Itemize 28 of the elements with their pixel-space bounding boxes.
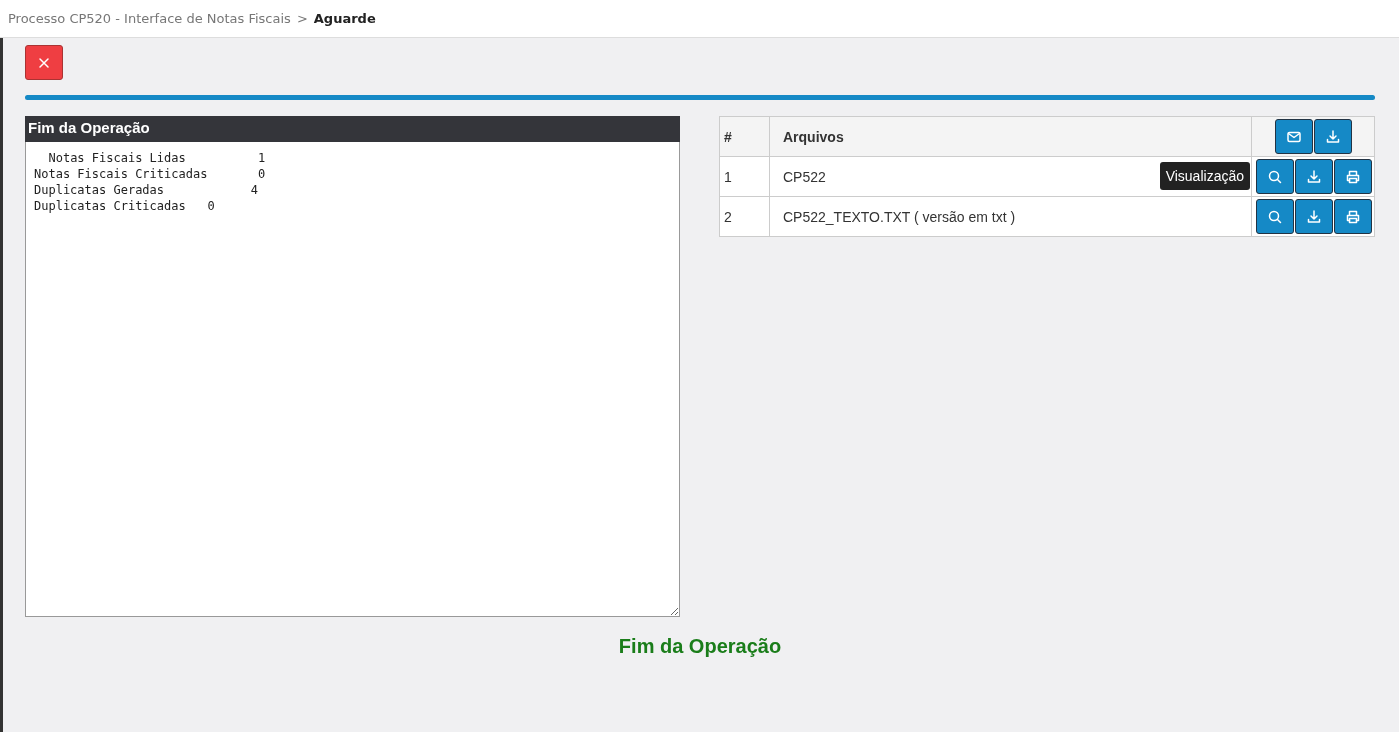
search-icon [1266,168,1283,185]
column-header: # [719,116,770,157]
table-cell: 1 [719,156,770,197]
email-button[interactable] [1275,119,1313,154]
file-name-cell: CP522_TEXTO.TXT ( versão em txt ) [769,196,1252,237]
log-text-area[interactable]: Notas Fiscais Lidas 1 Notas Fiscais Criticadas 0 Duplicatas Geradas 4 Duplicatas Criticadas 0 [25,142,680,617]
download-icon [1325,128,1341,145]
download-button[interactable] [1294,159,1333,194]
breadcrumb-current: Aguarde [313,11,376,26]
download-button[interactable] [1314,119,1352,154]
breadcrumb-separator: > [296,11,308,26]
table-cell: 2 [719,196,770,237]
printer-icon [1344,168,1361,185]
download-icon [1305,168,1322,185]
view-button[interactable] [1255,199,1294,234]
printer-icon [1344,208,1361,225]
panel-title: Fim da Operação [25,116,680,142]
download-icon [1305,208,1322,225]
download-button[interactable] [1294,199,1333,234]
close-button[interactable] [25,45,63,80]
tooltip: Visualização [1159,162,1250,190]
view-button[interactable] [1255,159,1294,194]
print-button[interactable] [1333,199,1372,234]
print-button[interactable] [1333,159,1372,194]
column-header: Arquivos [769,116,1252,157]
breadcrumb-link[interactable]: Processo CP520 - Interface de Notas Fiscais [8,11,291,26]
status-message: Fim da Operação [617,635,783,658]
search-icon [1266,208,1283,225]
